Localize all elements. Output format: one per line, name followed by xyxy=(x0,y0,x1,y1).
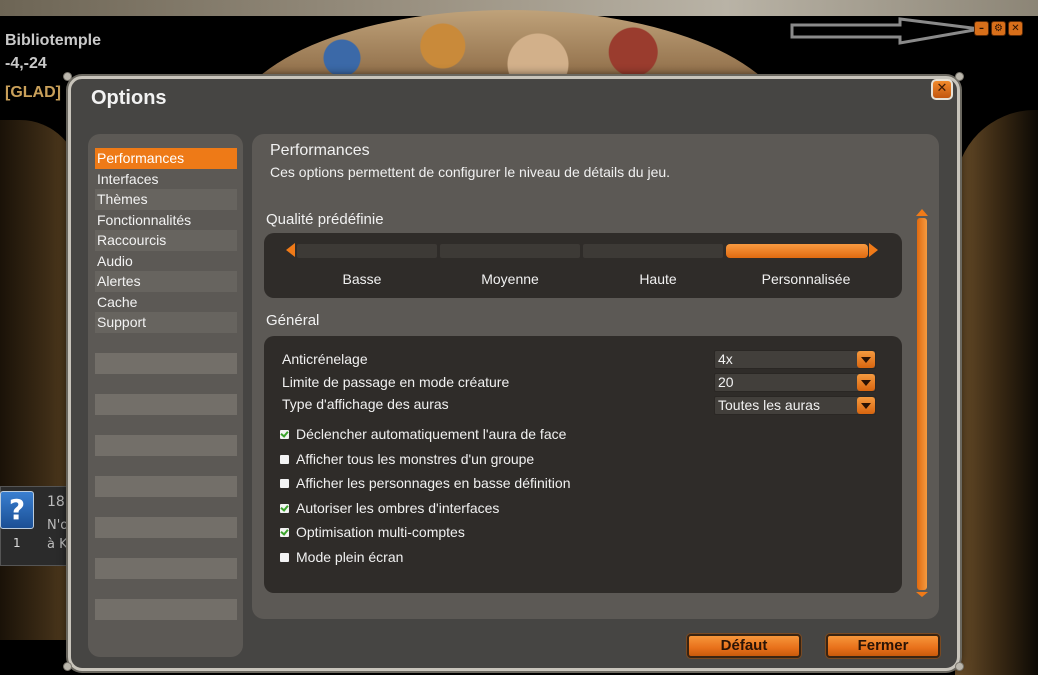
scroll-thumb[interactable] xyxy=(917,218,927,590)
settings-icon[interactable]: ⚙ xyxy=(991,21,1006,36)
quality-segment-basse[interactable] xyxy=(297,244,437,258)
checkbox-row[interactable]: Optimisation multi-comptes xyxy=(280,523,465,541)
window-controls: – ⚙ ✕ xyxy=(974,21,1023,36)
sidebar-empty-row xyxy=(95,373,237,394)
sidebar-item-fonctionnalites[interactable]: Fonctionnalités xyxy=(95,209,237,230)
section-description: Ces options permettent de configurer le … xyxy=(270,164,671,180)
window-corner xyxy=(955,662,964,671)
quality-slider: Basse Moyenne Haute Personnalisée xyxy=(264,233,902,298)
chat-line: à K xyxy=(47,537,68,552)
quality-segment-personnalisee[interactable] xyxy=(726,244,868,258)
help-count: 1 xyxy=(13,536,21,550)
quality-segment-haute[interactable] xyxy=(583,244,723,258)
sidebar-item-alertes[interactable]: Alertes xyxy=(95,271,237,292)
checkbox-label: Autoriser les ombres d'interfaces xyxy=(296,500,500,516)
options-sidebar: Performances Interfaces Thèmes Fonctionn… xyxy=(88,134,243,657)
sidebar-empty-row xyxy=(95,476,237,497)
quality-label-moyenne: Moyenne xyxy=(481,271,539,287)
map-coordinates: -4,-24 xyxy=(5,55,47,72)
quality-label-personnalisee: Personnalisée xyxy=(761,271,851,287)
checkbox-unchecked[interactable] xyxy=(280,478,289,488)
scroll-up-icon[interactable] xyxy=(916,209,928,216)
checkbox-label: Optimisation multi-comptes xyxy=(296,524,465,540)
sidebar-empty-row xyxy=(95,619,237,640)
content-scrollbar[interactable] xyxy=(916,209,928,599)
map-name: Bibliotemple xyxy=(5,32,102,49)
chevron-down-icon[interactable] xyxy=(857,374,875,391)
sidebar-item-raccourcis[interactable]: Raccourcis xyxy=(95,230,237,251)
section-heading: Performances xyxy=(270,142,370,159)
minimize-icon[interactable]: – xyxy=(974,21,989,36)
sidebar-item-interfaces[interactable]: Interfaces xyxy=(95,168,237,189)
select-value: 4x xyxy=(718,351,733,367)
checkbox-unchecked[interactable] xyxy=(280,552,289,562)
game-scene-right xyxy=(955,110,1038,675)
select-value: Toutes les auras xyxy=(718,397,820,413)
sidebar-empty-row xyxy=(95,517,237,538)
checkbox-label: Afficher les personnages en basse défini… xyxy=(296,475,571,491)
sidebar-item-themes[interactable]: Thèmes xyxy=(95,189,237,210)
window-corner xyxy=(63,72,72,81)
checkbox-row[interactable]: Afficher tous les monstres d'un groupe xyxy=(280,450,534,468)
guild-tag: [GLAD] xyxy=(5,84,61,101)
sidebar-empty-row xyxy=(95,435,237,456)
dialog-title: Options xyxy=(91,87,167,109)
close-icon[interactable]: ✕ xyxy=(1008,21,1023,36)
chat-number: 18 xyxy=(47,494,65,510)
checkbox-label: Déclencher automatiquement l'aura de fac… xyxy=(296,426,567,442)
sidebar-empty-row xyxy=(95,599,237,620)
checkbox-checked[interactable] xyxy=(280,527,289,537)
dialog-close-icon[interactable]: ✕ xyxy=(931,79,953,100)
close-button[interactable]: Fermer xyxy=(826,634,940,658)
checkbox-row[interactable]: Autoriser les ombres d'interfaces xyxy=(280,499,499,517)
sidebar-empty-row xyxy=(95,353,237,374)
sidebar-item-performances[interactable]: Performances xyxy=(95,148,237,169)
checkbox-label: Mode plein écran xyxy=(296,549,404,565)
sidebar-item-audio[interactable]: Audio xyxy=(95,250,237,271)
quality-group-title: Qualité prédéfinie xyxy=(266,211,384,228)
sidebar-empty-row xyxy=(95,414,237,435)
chevron-down-icon[interactable] xyxy=(857,397,875,414)
checkbox-row[interactable]: Mode plein écran xyxy=(280,548,403,566)
checkbox-row[interactable]: Afficher les personnages en basse défini… xyxy=(280,474,570,492)
scroll-down-icon[interactable] xyxy=(916,592,928,597)
select-value: 20 xyxy=(718,374,734,390)
general-group-title: Général xyxy=(266,312,320,329)
chevron-down-icon[interactable] xyxy=(857,351,875,368)
setting-label: Anticrénelage xyxy=(282,351,368,367)
sidebar-empty-row xyxy=(95,394,237,415)
arrow-left-icon[interactable] xyxy=(286,243,295,257)
arrow-hint-icon xyxy=(790,17,981,45)
sidebar-empty-row xyxy=(95,578,237,599)
sidebar-empty-row xyxy=(95,455,237,476)
sidebar-empty-row xyxy=(95,496,237,517)
sidebar-item-cache[interactable]: Cache xyxy=(95,291,237,312)
checkbox-label: Afficher tous les monstres d'un groupe xyxy=(296,451,535,467)
creature-limit-select[interactable]: 20 xyxy=(714,373,876,392)
quality-label-basse: Basse xyxy=(342,271,382,287)
anticrenelage-select[interactable]: 4x xyxy=(714,350,876,369)
quality-label-haute: Haute xyxy=(639,271,677,287)
sidebar-empty-row xyxy=(95,537,237,558)
sidebar-empty-row xyxy=(95,558,237,579)
setting-label: Type d'affichage des auras xyxy=(282,396,449,412)
aura-type-select[interactable]: Toutes les auras xyxy=(714,396,876,415)
chat-line: N'o xyxy=(47,518,69,533)
checkbox-unchecked[interactable] xyxy=(280,454,289,464)
checkbox-checked[interactable] xyxy=(280,503,289,513)
checkbox-row[interactable]: Déclencher automatiquement l'aura de fac… xyxy=(280,425,566,443)
window-corner xyxy=(955,72,964,81)
sidebar-empty-row xyxy=(95,332,237,353)
arrow-right-icon[interactable] xyxy=(869,243,878,257)
general-settings: Anticrénelage 4x Limite de passage en mo… xyxy=(264,336,902,593)
help-icon[interactable]: ? xyxy=(0,491,34,529)
sidebar-item-support[interactable]: Support xyxy=(95,312,237,333)
checkbox-checked[interactable] xyxy=(280,429,289,439)
quality-segment-moyenne[interactable] xyxy=(440,244,580,258)
window-corner xyxy=(63,662,72,671)
setting-label: Limite de passage en mode créature xyxy=(282,374,510,390)
options-content: Performances Ces options permettent de c… xyxy=(252,134,939,619)
default-button[interactable]: Défaut xyxy=(687,634,801,658)
options-dialog: Options ✕ Performances Interfaces Thèmes… xyxy=(68,76,960,671)
